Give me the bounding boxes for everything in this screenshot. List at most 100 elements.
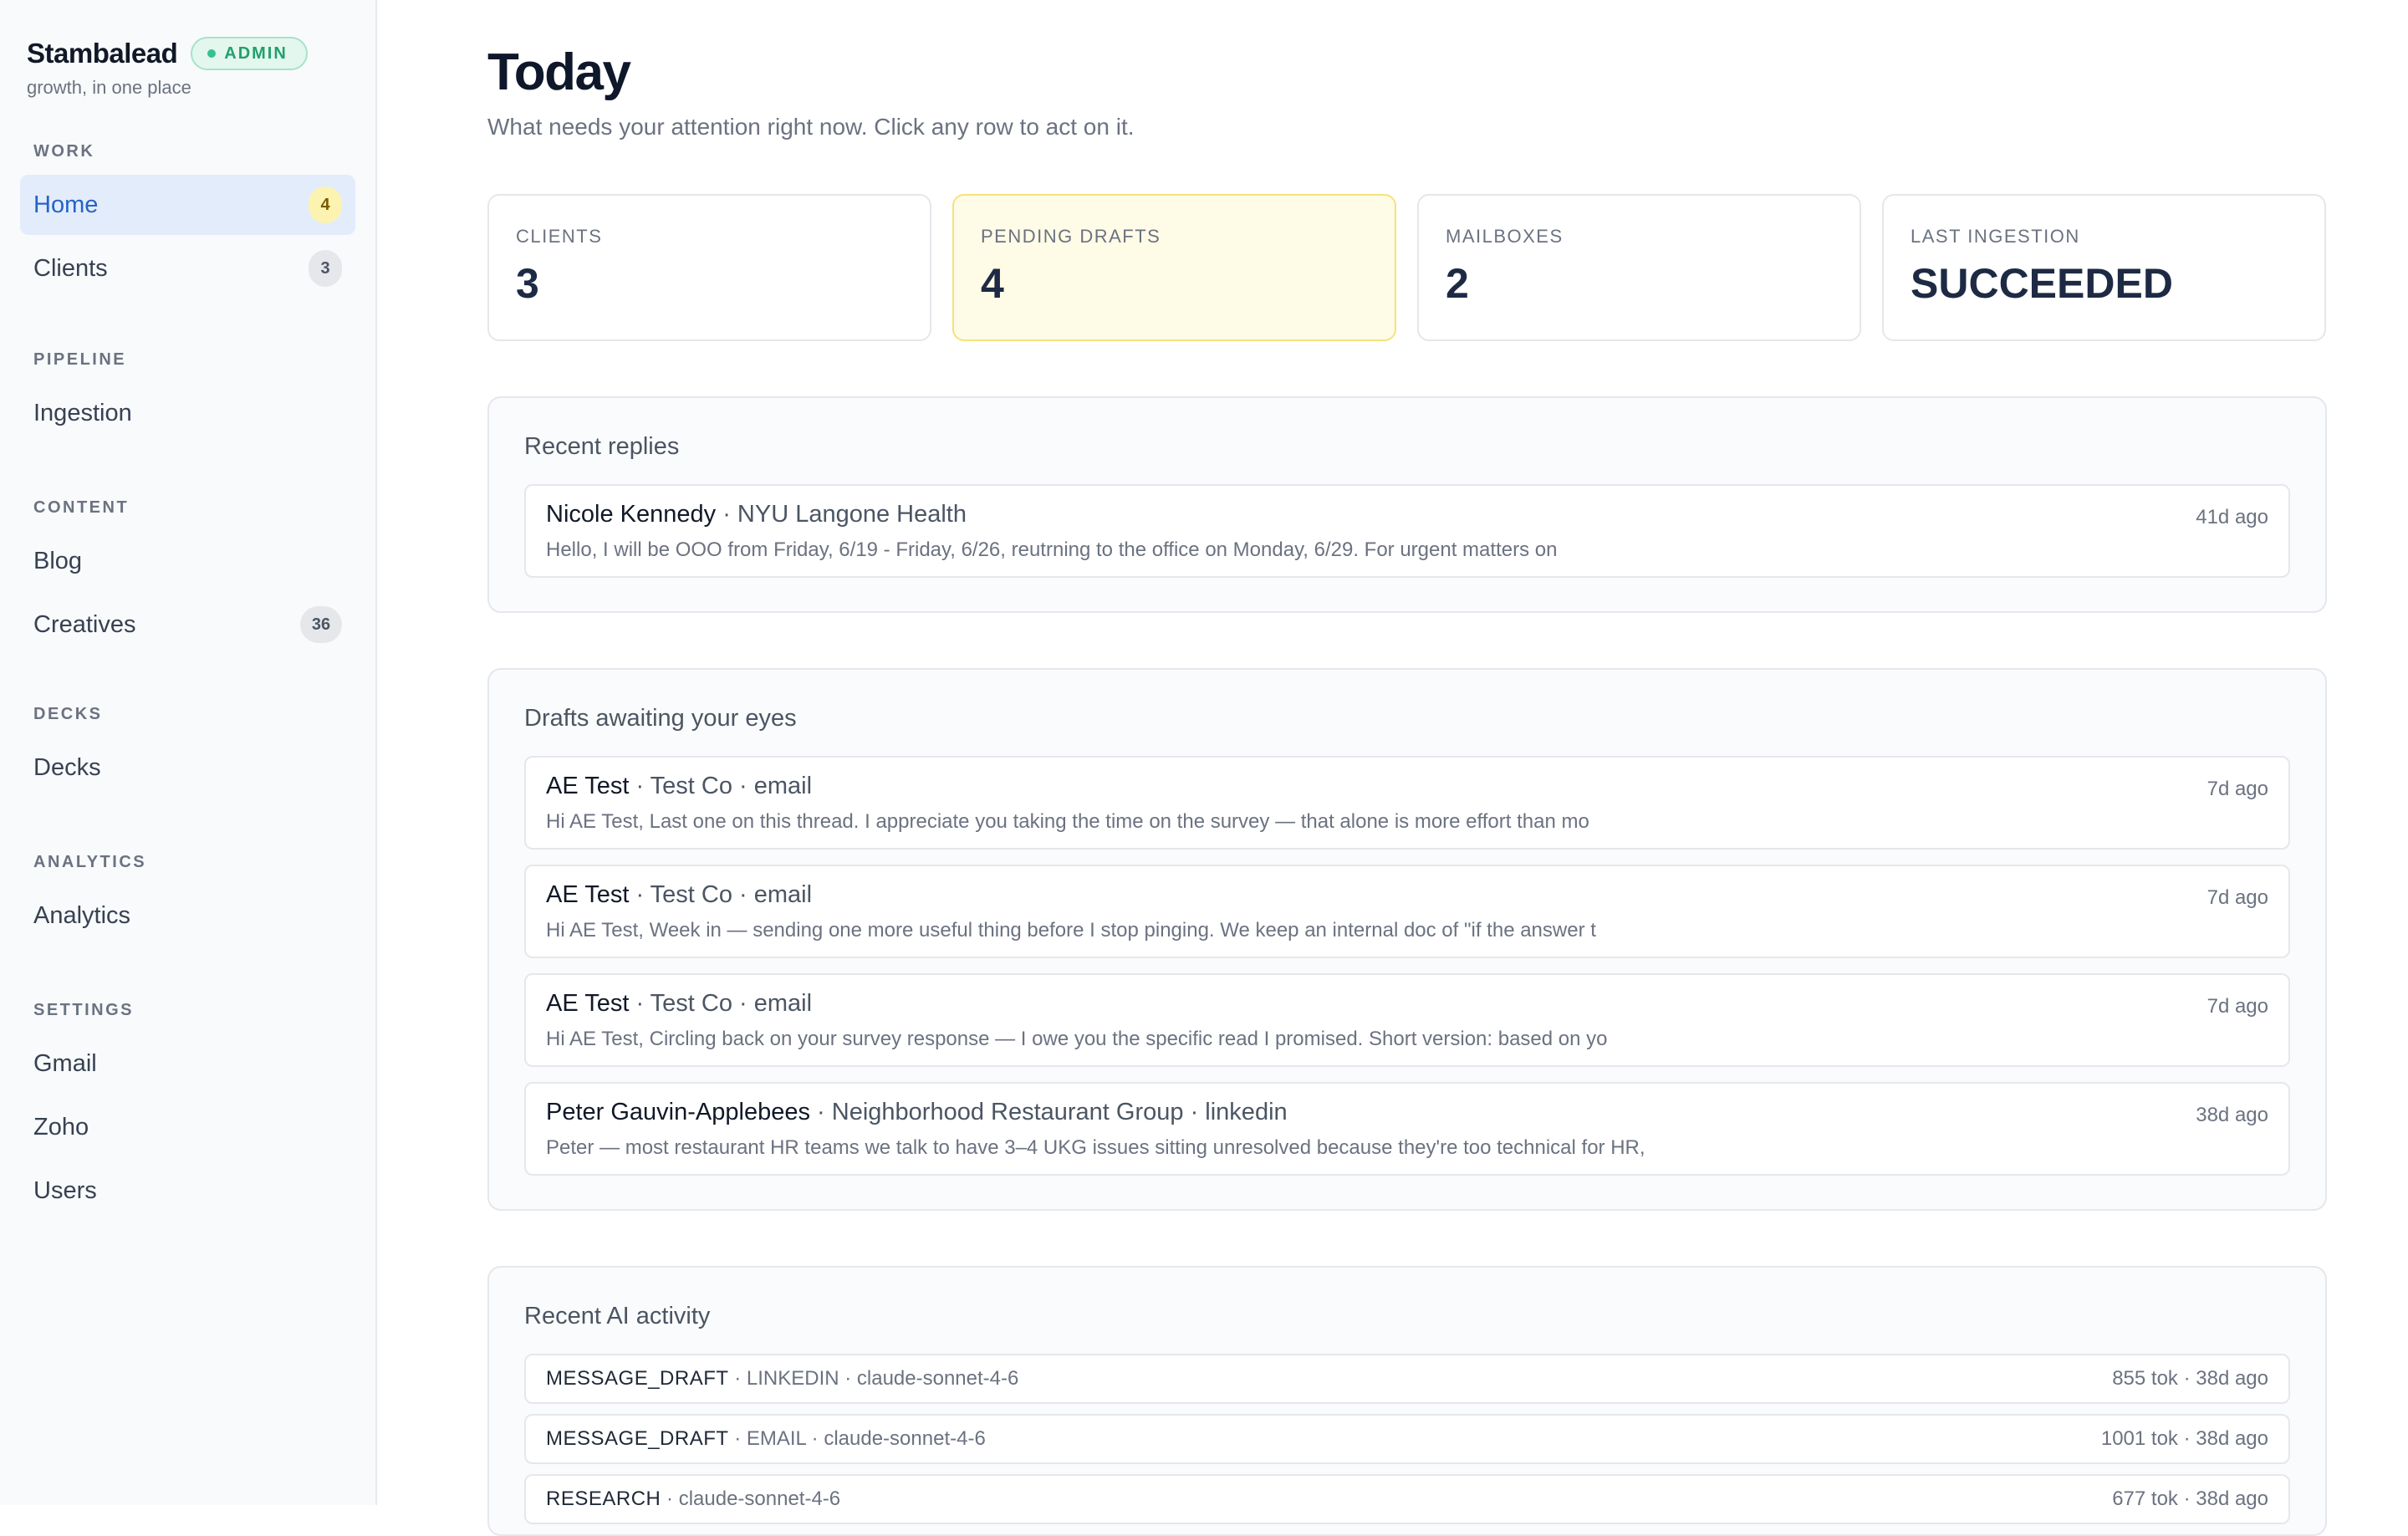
stat-card-pending-drafts[interactable]: PENDING DRAFTS 4 [952,194,1396,341]
ai-kind: MESSAGE_DRAFT [546,1427,729,1450]
sidebar-item-creatives[interactable]: Creatives 36 [20,594,355,655]
row-snippet: Hi AE Test, Last one on this thread. I a… [546,810,1589,833]
sidebar-item-blog[interactable]: Blog [20,531,355,591]
row-snippet: Hello, I will be OOO from Friday, 6/19 -… [546,538,1558,561]
row-meta: · Neighborhood Restaurant Group · linked… [809,1099,1288,1125]
stat-card-last-ingestion[interactable]: LAST INGESTION SUCCEEDED [1882,194,2326,341]
drafts-panel: Drafts awaiting your eyes AE Test · Test… [487,668,2327,1211]
draft-row[interactable]: AE Test · Test Co · email 7d ago Hi AE T… [524,756,2290,850]
draft-row[interactable]: AE Test · Test Co · email 7d ago Hi AE T… [524,973,2290,1067]
row-meta: · Test Co · email [629,773,813,799]
sidebar-item-label: Ingestion [33,399,132,426]
ai-row-label: RESEARCH · claude-sonnet-4-6 [546,1488,840,1511]
count-badge: 4 [309,186,342,223]
page-subtitle: What needs your attention right now. Cli… [487,114,1135,140]
contact-name: AE Test [546,881,630,908]
sidebar-item-gmail[interactable]: Gmail [20,1033,355,1094]
contact-name: Peter Gauvin-Applebees [546,1099,810,1125]
row-meta: · NYU Langone Health [716,501,967,528]
draft-row[interactable]: Peter Gauvin-Applebees · Neighborhood Re… [524,1082,2290,1176]
app-root: Stambalead ADMIN growth, in one place WO… [0,0,2408,1536]
sidebar-item-zoho[interactable]: Zoho [20,1097,355,1157]
brand-name[interactable]: Stambalead [27,38,178,69]
row-snippet: Hi AE Test, Circling back on your survey… [546,1028,1608,1050]
ai-stats: 677 tok · 38d ago [2112,1488,2268,1510]
row-timestamp: 7d ago [2206,886,2268,909]
page-title: Today [487,43,631,101]
sidebar-section-analytics: ANALYTICS [33,853,147,871]
row-header: AE Test · Test Co · email [546,881,2268,909]
reply-row[interactable]: Nicole Kennedy · NYU Langone Health 41d … [524,484,2290,578]
sidebar-item-label: Decks [33,753,101,781]
row-header: Nicole Kennedy · NYU Langone Health [546,501,2268,528]
sidebar-item-decks[interactable]: Decks [20,737,355,798]
sidebar-item-analytics[interactable]: Analytics [20,885,355,946]
sidebar-item-label: Blog [33,547,83,574]
panel-title: Recent AI activity [524,1303,711,1329]
row-header: AE Test · Test Co · email [546,773,2268,800]
sidebar-item-label: Zoho [33,1113,89,1141]
sidebar-section-pipeline: PIPELINE [33,350,127,369]
row-meta: · Test Co · email [629,881,813,908]
sidebar-item-home[interactable]: Home 4 [20,175,355,235]
sidebar-item-label: Creatives [33,610,136,638]
ai-activity-panel: Recent AI activity MESSAGE_DRAFT · LINKE… [487,1266,2327,1536]
row-header: Peter Gauvin-Applebees · Neighborhood Re… [546,1099,2268,1126]
sidebar-item-label: Home [33,191,99,218]
ai-activity-row[interactable]: MESSAGE_DRAFT · EMAIL · claude-sonnet-4-… [524,1414,2290,1464]
ai-meta: · EMAIL · claude-sonnet-4-6 [728,1427,986,1450]
status-dot-icon [207,49,217,58]
sidebar-item-label: Users [33,1176,97,1204]
ai-activity-row[interactable]: MESSAGE_DRAFT · LINKEDIN · claude-sonnet… [524,1354,2290,1404]
sidebar-item-clients[interactable]: Clients 3 [20,238,355,299]
count-badge: 36 [300,606,342,643]
row-timestamp: 38d ago [2196,1104,2268,1126]
ai-kind: RESEARCH [546,1488,661,1510]
contact-name: AE Test [546,773,630,799]
sidebar-item-label: Clients [33,254,108,282]
ai-stats: 855 tok · 38d ago [2112,1367,2268,1390]
stat-value: 4 [981,260,1004,307]
stat-card-mailboxes[interactable]: MAILBOXES 2 [1417,194,1861,341]
row-snippet: Peter — most restaurant HR teams we talk… [546,1136,1645,1159]
stat-value: SUCCEEDED [1911,260,2173,307]
admin-badge: ADMIN [191,37,308,70]
draft-row[interactable]: AE Test · Test Co · email 7d ago Hi AE T… [524,865,2290,958]
sidebar-item-label: Analytics [33,901,131,929]
contact-name: Nicole Kennedy [546,501,717,528]
ai-row-label: MESSAGE_DRAFT · EMAIL · claude-sonnet-4-… [546,1427,986,1451]
row-timestamp: 41d ago [2196,506,2268,528]
panel-title: Recent replies [524,433,680,460]
sidebar-item-users[interactable]: Users [20,1161,355,1221]
stat-card-clients[interactable]: CLIENTS 3 [487,194,931,341]
panel-title: Drafts awaiting your eyes [524,705,797,732]
stat-label: CLIENTS [516,226,603,247]
admin-badge-label: ADMIN [224,43,288,63]
stat-label: PENDING DRAFTS [981,226,1161,247]
ai-activity-row[interactable]: RESEARCH · claude-sonnet-4-6 677 tok · 3… [524,1474,2290,1524]
stat-label: LAST INGESTION [1911,226,2080,247]
sidebar-item-ingestion[interactable]: Ingestion [20,383,355,443]
row-snippet: Hi AE Test, Week in — sending one more u… [546,919,1596,942]
sidebar-item-label: Gmail [33,1049,97,1077]
ai-stats: 1001 tok · 38d ago [2100,1427,2268,1450]
row-meta: · Test Co · email [629,990,813,1017]
main-content: Today What needs your attention right no… [377,0,2408,1536]
sidebar-section-settings: SETTINGS [33,1001,135,1019]
sidebar-section-content: CONTENT [33,498,130,517]
sidebar: Stambalead ADMIN growth, in one place WO… [0,0,377,1505]
sidebar-section-decks: DECKS [33,705,103,723]
contact-name: AE Test [546,990,630,1017]
stat-value: 2 [1446,260,1469,307]
stat-value: 3 [516,260,539,307]
ai-row-label: MESSAGE_DRAFT · LINKEDIN · claude-sonnet… [546,1367,1018,1391]
stat-label: MAILBOXES [1446,226,1564,247]
ai-kind: MESSAGE_DRAFT [546,1367,729,1390]
ai-meta: · LINKEDIN · claude-sonnet-4-6 [728,1367,1019,1390]
row-header: AE Test · Test Co · email [546,990,2268,1018]
row-timestamp: 7d ago [2206,778,2268,800]
row-timestamp: 7d ago [2206,995,2268,1018]
recent-replies-panel: Recent replies Nicole Kennedy · NYU Lang… [487,396,2327,613]
brand-tagline: growth, in one place [27,77,191,98]
ai-meta: · claude-sonnet-4-6 [661,1488,841,1510]
